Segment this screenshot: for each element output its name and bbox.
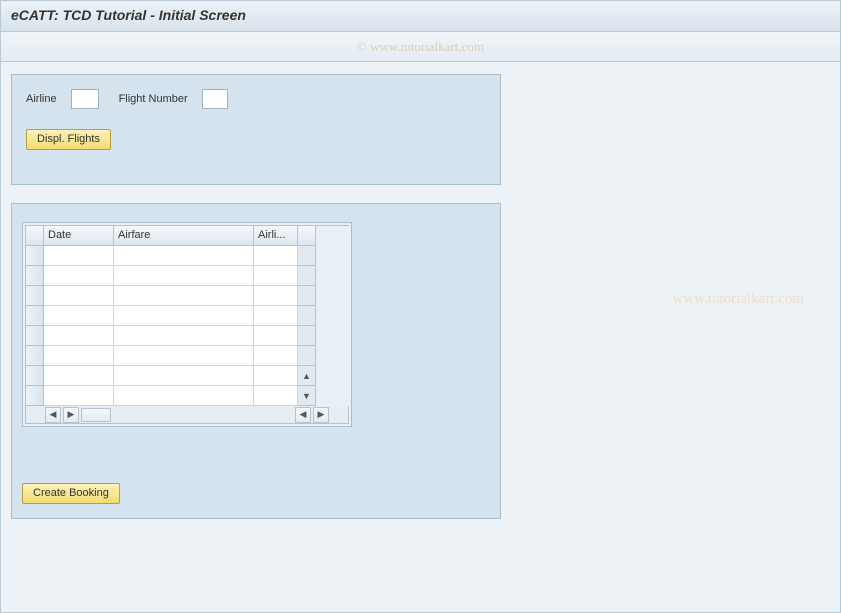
toolbar: © www.tutorialkart.com <box>1 32 840 62</box>
row-selector[interactable] <box>26 346 44 366</box>
column-header-airline[interactable]: Airli... <box>254 226 298 246</box>
table-cell[interactable] <box>114 266 254 286</box>
row-selector[interactable] <box>26 286 44 306</box>
results-panel: Date Airfare Airli... ▲ ▼ ◀ ▶ <box>11 203 501 519</box>
table-cell[interactable] <box>254 346 298 366</box>
hscroll-thumb[interactable] <box>81 408 111 422</box>
table-cell[interactable] <box>114 346 254 366</box>
table-cell[interactable] <box>254 306 298 326</box>
vscroll-up-button[interactable]: ▲ <box>298 366 316 386</box>
flights-table-container: Date Airfare Airli... ▲ ▼ ◀ ▶ <box>22 222 352 427</box>
table-cell[interactable] <box>114 326 254 346</box>
page-title: eCATT: TCD Tutorial - Initial Screen <box>11 7 246 23</box>
table-cell[interactable] <box>114 386 254 406</box>
vscroll-area[interactable] <box>298 266 316 286</box>
vscroll-down-button[interactable]: ▼ <box>298 386 316 406</box>
vscroll-header <box>298 226 316 246</box>
row-selector[interactable] <box>26 366 44 386</box>
column-header-airfare[interactable]: Airfare <box>114 226 254 246</box>
table-cell[interactable] <box>44 386 114 406</box>
vscroll-area[interactable] <box>298 286 316 306</box>
vscroll-area[interactable] <box>298 246 316 266</box>
table-cell[interactable] <box>44 326 114 346</box>
row-selector[interactable] <box>26 326 44 346</box>
table-cell[interactable] <box>114 286 254 306</box>
search-row: Airline Flight Number <box>26 89 486 109</box>
display-flights-button[interactable]: Displ. Flights <box>26 129 111 150</box>
table-cell[interactable] <box>254 246 298 266</box>
table-cell[interactable] <box>254 266 298 286</box>
airline-label: Airline <box>26 93 57 105</box>
row-selector[interactable] <box>26 306 44 326</box>
table-cell[interactable] <box>254 286 298 306</box>
hscroll-left-button[interactable]: ◀ <box>45 407 61 423</box>
table-cell[interactable] <box>44 366 114 386</box>
table-cell[interactable] <box>114 246 254 266</box>
vscroll-area[interactable] <box>298 326 316 346</box>
flights-table: Date Airfare Airli... ▲ ▼ <box>25 225 349 406</box>
create-booking-button[interactable]: Create Booking <box>22 483 120 504</box>
row-selector[interactable] <box>26 386 44 406</box>
flight-number-label: Flight Number <box>119 93 188 105</box>
table-cell[interactable] <box>44 246 114 266</box>
column-header-date[interactable]: Date <box>44 226 114 246</box>
table-cell[interactable] <box>254 386 298 406</box>
hscroll-right-button[interactable]: ▶ <box>63 407 79 423</box>
hscroll-right-button-2[interactable]: ▶ <box>313 407 329 423</box>
table-cell[interactable] <box>254 326 298 346</box>
search-panel: Airline Flight Number Displ. Flights <box>11 74 501 185</box>
table-cell[interactable] <box>44 266 114 286</box>
vscroll-area[interactable] <box>298 346 316 366</box>
hscroll-left-button-2[interactable]: ◀ <box>295 407 311 423</box>
table-cell[interactable] <box>44 286 114 306</box>
table-cell[interactable] <box>44 306 114 326</box>
table-cell[interactable] <box>114 366 254 386</box>
table-cell[interactable] <box>44 346 114 366</box>
watermark-text: © www.tutorialkart.com <box>357 39 484 55</box>
airline-input[interactable] <box>71 89 99 109</box>
row-selector-header <box>26 226 44 246</box>
flight-number-input[interactable] <box>202 89 228 109</box>
row-selector[interactable] <box>26 246 44 266</box>
title-bar: eCATT: TCD Tutorial - Initial Screen <box>1 1 840 32</box>
content-area: Airline Flight Number Displ. Flights Dat… <box>1 62 840 531</box>
table-cell[interactable] <box>254 366 298 386</box>
vscroll-area[interactable] <box>298 306 316 326</box>
hscroll-bar: ◀ ▶ ◀ ▶ <box>25 406 349 424</box>
table-cell[interactable] <box>114 306 254 326</box>
row-selector[interactable] <box>26 266 44 286</box>
